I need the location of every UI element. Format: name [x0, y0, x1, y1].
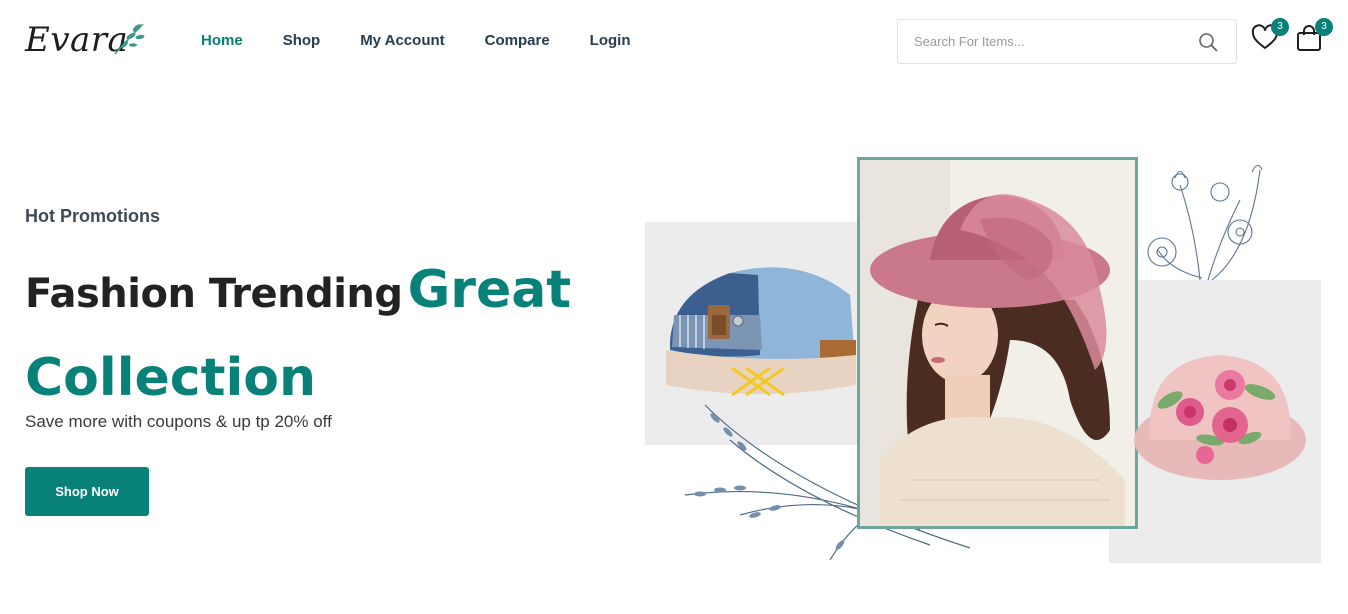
leaf-icon [114, 23, 145, 55]
main-nav: Home Shop My Account Compare Login [201, 30, 631, 52]
search-icon[interactable] [1198, 32, 1218, 52]
hero-title: Fashion Trending Great Collection [25, 252, 585, 428]
denim-cap-image [666, 267, 856, 397]
nav-compare[interactable]: Compare [485, 30, 550, 52]
cart-button[interactable]: 3 [1295, 18, 1333, 54]
cart-count-badge: 3 [1315, 18, 1333, 36]
hero-model-photo [857, 157, 1138, 529]
search-input[interactable] [898, 20, 1188, 63]
hero-title-green-1: Great [407, 260, 572, 320]
wishlist-count-badge: 3 [1271, 18, 1289, 36]
nav-home[interactable]: Home [201, 30, 243, 52]
search-box [897, 19, 1237, 64]
hero-title-dark: Fashion Trending [25, 271, 403, 317]
wishlist-button[interactable]: 3 [1251, 18, 1289, 54]
shop-now-button[interactable]: Shop Now [25, 467, 149, 516]
hero-description: Save more with coupons & up tp 20% off [25, 412, 332, 431]
brand-logo[interactable]: Evara [25, 18, 147, 62]
nav-shop[interactable]: Shop [283, 30, 321, 52]
hero-subtitle: Hot Promotions [25, 206, 160, 226]
flower-sketch-image [1147, 164, 1263, 281]
site-header: Evara Home Shop My Account Compare Login… [0, 0, 1348, 84]
floral-hat-image [1134, 355, 1306, 480]
model-photo-image [860, 160, 1135, 526]
nav-login[interactable]: Login [590, 30, 631, 52]
hero-title-green-2: Collection [25, 348, 317, 408]
nav-my-account[interactable]: My Account [360, 30, 444, 52]
